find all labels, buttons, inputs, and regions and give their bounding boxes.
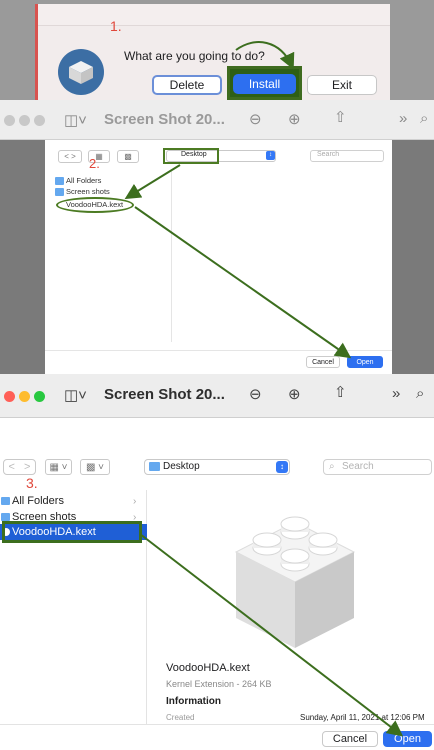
exit-button[interactable]: Exit xyxy=(307,75,377,95)
open-button[interactable]: Open xyxy=(383,731,432,747)
delete-button[interactable]: Delete xyxy=(152,75,222,95)
path-highlight-frame xyxy=(163,148,219,164)
created-value: Sunday, April 11, 2021 at 12:06 PM xyxy=(300,713,425,722)
folder-icon xyxy=(1,513,10,521)
kext-highlight-oval xyxy=(56,197,134,213)
share-icon[interactable]: ⇧ xyxy=(334,383,347,401)
cancel-button[interactable]: Cancel xyxy=(322,731,378,747)
zoom-in-icon[interactable]: ⊕ xyxy=(288,110,301,128)
chevron-right-icon: › xyxy=(133,496,137,507)
nav-back-forward[interactable]: < > xyxy=(3,459,36,475)
preview-file-name: VoodooHDA.kext xyxy=(166,662,250,674)
zoom-out-icon[interactable]: ⊖ xyxy=(249,385,262,403)
zoom-in-icon[interactable]: ⊕ xyxy=(288,385,301,403)
sidebar-icon[interactable]: ◫˅ xyxy=(64,386,87,404)
folder-icon xyxy=(149,462,160,471)
preview-canvas xyxy=(0,418,434,448)
folder-icon xyxy=(55,177,64,185)
search-icon[interactable]: ⌕ xyxy=(420,110,428,127)
kext-preview-icon xyxy=(234,516,356,648)
share-icon[interactable]: ⇧ xyxy=(334,108,347,126)
window-title: Screen Shot 20... xyxy=(104,386,225,403)
forward-icon[interactable]: > xyxy=(20,460,36,474)
sidebar-icon[interactable]: ◫˅ xyxy=(64,111,87,129)
sidebar-item-screen-shots[interactable]: Screen shots xyxy=(66,187,110,196)
grid-view-icon[interactable]: ▩ xyxy=(117,150,139,163)
minimize-window-button[interactable] xyxy=(19,115,30,126)
install-button[interactable]: Install xyxy=(233,74,296,94)
folder-icon xyxy=(55,188,64,196)
cancel-button[interactable]: Cancel xyxy=(306,356,340,368)
zoom-window-button[interactable] xyxy=(34,115,45,126)
search-input[interactable]: Search xyxy=(310,150,384,162)
more-icon[interactable]: » xyxy=(399,110,407,127)
installer-titlebar xyxy=(38,4,390,26)
chevron-updown-icon[interactable]: ↕ xyxy=(266,151,275,160)
back-icon[interactable]: < xyxy=(4,460,20,474)
close-window-button[interactable] xyxy=(4,391,15,402)
sidebar-item-all-folders[interactable]: All Folders xyxy=(12,495,64,507)
minimize-window-button[interactable] xyxy=(19,391,30,402)
sidebar-item-all-folders[interactable]: All Folders xyxy=(66,176,101,185)
created-label: Created xyxy=(166,713,195,722)
folder-icon xyxy=(1,497,10,505)
information-heading: Information xyxy=(166,696,221,707)
path-popup[interactable]: Desktop xyxy=(144,459,290,475)
installer-question: What are you going to do? xyxy=(124,49,265,63)
more-icon[interactable]: » xyxy=(392,385,400,402)
close-window-button[interactable] xyxy=(4,115,15,126)
open-button[interactable]: Open xyxy=(347,356,383,368)
nav-back-forward[interactable]: < > xyxy=(58,150,82,163)
step-3-label: 3. xyxy=(26,475,38,491)
preview-file-kind: Kernel Extension - 264 KB xyxy=(166,679,272,689)
search-input[interactable]: Search xyxy=(323,459,432,475)
zoom-out-icon[interactable]: ⊖ xyxy=(249,110,262,128)
step-1-label: 1. xyxy=(110,18,122,34)
grid-view-icon[interactable]: ▩ ˅ xyxy=(80,459,110,475)
lego-brick-icon xyxy=(58,49,104,95)
step-2-label: 2. xyxy=(89,156,100,171)
window-title: Screen Shot 20... xyxy=(104,111,225,128)
search-icon: ⌕ xyxy=(329,461,335,472)
chevron-updown-icon[interactable]: ↕ xyxy=(276,461,288,473)
kext-highlight-frame xyxy=(2,521,142,543)
column-view-icon[interactable]: ▦ ˅ xyxy=(45,459,72,475)
search-icon[interactable]: ⌕ xyxy=(416,385,424,402)
zoom-window-button[interactable] xyxy=(34,391,45,402)
